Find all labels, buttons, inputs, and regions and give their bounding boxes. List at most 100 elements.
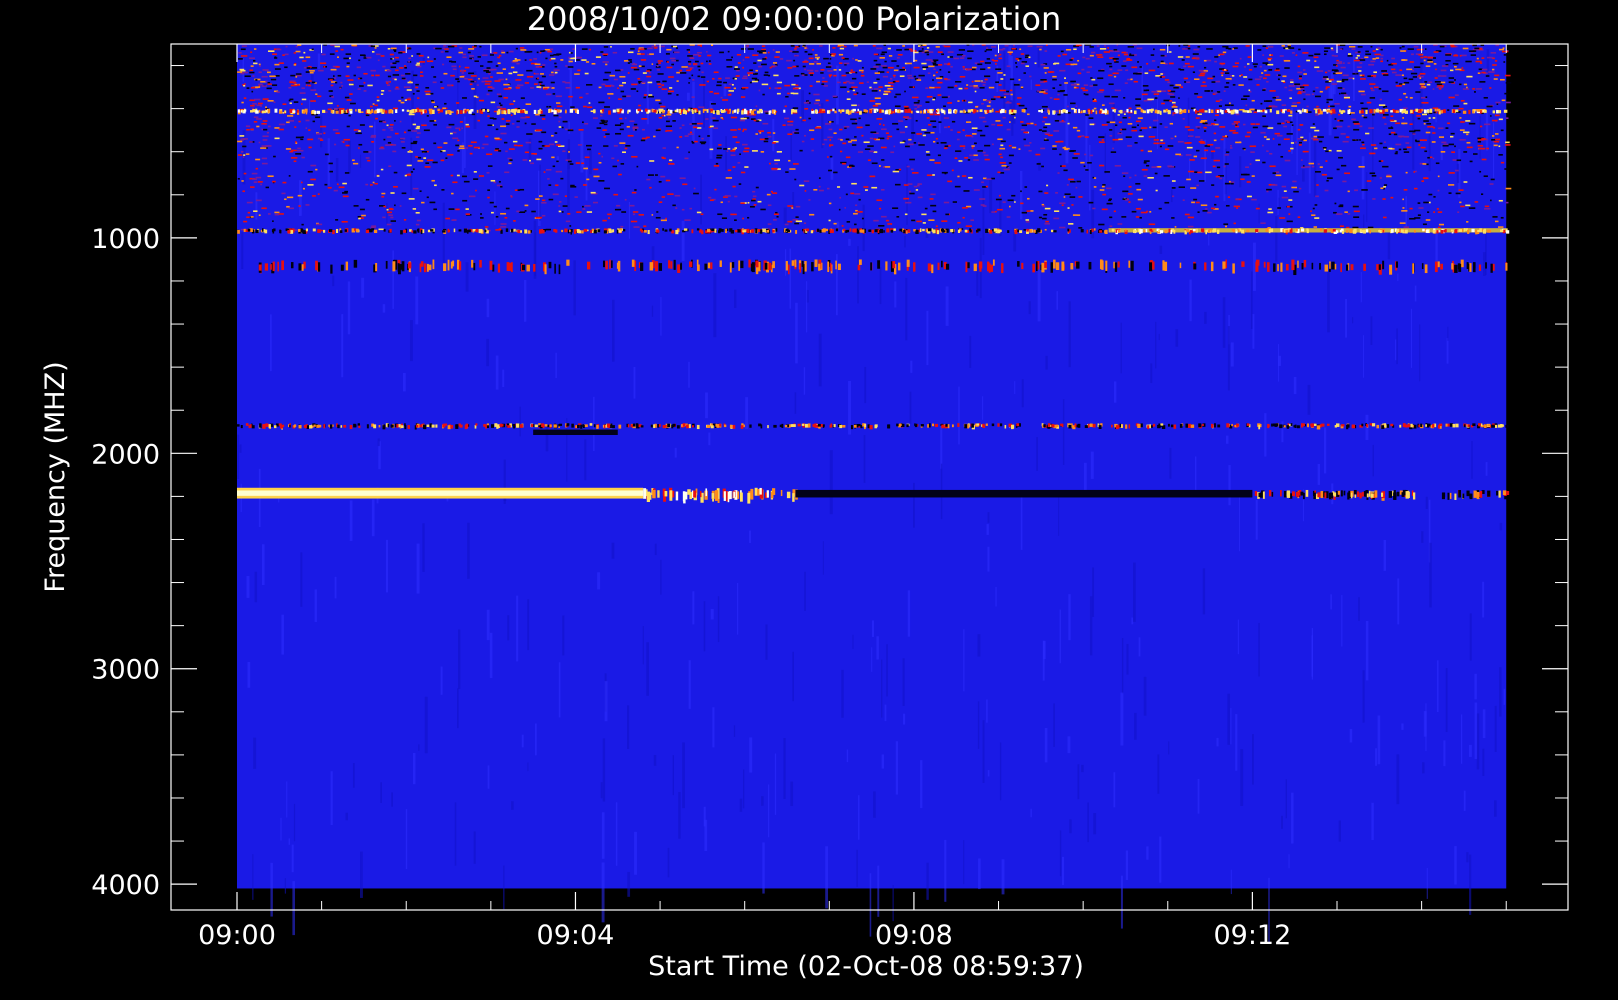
heatmap-cell <box>1243 123 1246 126</box>
heatmap-cell <box>1429 542 1432 608</box>
heatmap-cell <box>494 137 500 140</box>
heatmap-cell <box>1438 223 1445 226</box>
heatmap-cell <box>1313 56 1319 59</box>
heatmap-cell <box>963 147 966 150</box>
heatmap-cell <box>1125 199 1128 201</box>
heatmap-cell <box>545 169 552 171</box>
heatmap-cell <box>1195 136 1201 138</box>
heatmap-cell <box>643 94 648 96</box>
heatmap-cell <box>1204 149 1209 152</box>
heatmap-cell <box>926 310 929 366</box>
heatmap-cell <box>267 83 272 85</box>
heatmap-cell <box>887 66 894 69</box>
heatmap-cell <box>636 165 639 168</box>
heatmap-cell <box>289 98 294 101</box>
heatmap-cell <box>541 201 547 204</box>
heatmap-cell <box>554 141 558 143</box>
heatmap-cell <box>631 83 638 86</box>
heatmap-cell <box>932 210 937 213</box>
heatmap-cell <box>333 108 338 111</box>
heatmap-cell <box>551 109 554 113</box>
heatmap-cell <box>837 44 844 47</box>
heatmap-cell <box>850 139 857 142</box>
heatmap-cell <box>761 63 767 66</box>
heatmap-cell <box>687 133 694 135</box>
heatmap-cell <box>620 122 624 125</box>
heatmap-cell <box>1287 109 1291 112</box>
heatmap-cell <box>1168 90 1171 92</box>
heatmap-cell <box>743 110 748 115</box>
heatmap-cell <box>719 51 724 54</box>
heatmap-cell <box>1494 705 1497 753</box>
heatmap-cell <box>971 68 976 71</box>
heatmap-cell <box>1029 75 1032 78</box>
heatmap-cell <box>637 108 641 112</box>
heatmap-cell <box>648 71 652 74</box>
heatmap-cell <box>1114 165 1122 167</box>
heatmap-cell <box>725 177 733 179</box>
heatmap-cell <box>1459 83 1462 86</box>
heatmap-cell <box>935 46 940 48</box>
heatmap-cell <box>295 136 302 139</box>
heatmap-cell <box>607 93 614 95</box>
heatmap-cell <box>1138 135 1144 138</box>
heatmap-cell <box>1066 105 1069 108</box>
heatmap-cell <box>793 59 796 62</box>
heatmap-cell <box>1391 62 1397 65</box>
heatmap-cell <box>833 132 837 134</box>
heatmap-cell <box>418 54 424 57</box>
heatmap-cell <box>879 57 885 59</box>
heatmap-cell <box>252 103 257 105</box>
heatmap-cell <box>1402 198 1404 201</box>
heatmap-cell <box>1104 171 1110 173</box>
heatmap-cell <box>894 96 897 98</box>
heatmap-cell <box>740 117 747 120</box>
heatmap-cell <box>597 572 601 590</box>
heatmap-cell <box>651 108 654 113</box>
heatmap-cell <box>486 171 490 174</box>
heatmap-cell <box>1481 138 1486 140</box>
heatmap-cell <box>1117 54 1121 57</box>
heatmap-cell <box>1399 47 1402 49</box>
heatmap-cell <box>442 63 445 66</box>
heatmap-cell <box>1073 86 1077 89</box>
heatmap-cell <box>1368 127 1375 129</box>
heatmap-cell <box>346 99 352 101</box>
heatmap-cell <box>458 51 464 54</box>
heatmap-cell <box>240 72 245 75</box>
heatmap-cell <box>987 66 991 69</box>
heatmap-cell <box>1382 165 1389 168</box>
heatmap-cell <box>1192 53 1199 55</box>
heatmap-cell <box>1239 156 1242 188</box>
heatmap-cell <box>709 91 714 93</box>
heatmap-cell <box>455 144 460 147</box>
heatmap-cell <box>1193 155 1198 158</box>
heatmap-cell <box>669 87 673 89</box>
heatmap-cell <box>395 86 399 89</box>
heatmap-cell <box>549 48 554 51</box>
heatmap-cell <box>1356 66 1362 69</box>
heatmap-cell <box>471 113 476 116</box>
heatmap-cell <box>274 127 280 129</box>
heatmap-cell <box>1348 105 1352 108</box>
heatmap-cell <box>1193 48 1200 51</box>
heatmap-cell <box>494 191 496 225</box>
heatmap-cell <box>854 223 857 226</box>
heatmap-cell <box>1459 139 1466 141</box>
heatmap-cell <box>679 72 687 74</box>
heatmap-cell <box>1335 213 1343 215</box>
heatmap-cell <box>667 110 670 115</box>
heatmap-cell <box>1320 110 1323 115</box>
heatmap-cell <box>415 276 419 325</box>
heatmap-cell <box>574 196 578 198</box>
heatmap-cell <box>568 51 571 54</box>
heatmap-cell <box>1247 110 1249 113</box>
heatmap-cell <box>1314 53 1321 56</box>
heatmap-cell <box>1292 180 1297 183</box>
heatmap-cell <box>1068 178 1074 181</box>
heatmap-cell <box>880 146 887 149</box>
heatmap-cell <box>1433 51 1439 53</box>
heatmap-cell <box>1468 122 1476 125</box>
heatmap-cell <box>1006 216 1011 218</box>
heatmap-cell <box>721 109 724 113</box>
